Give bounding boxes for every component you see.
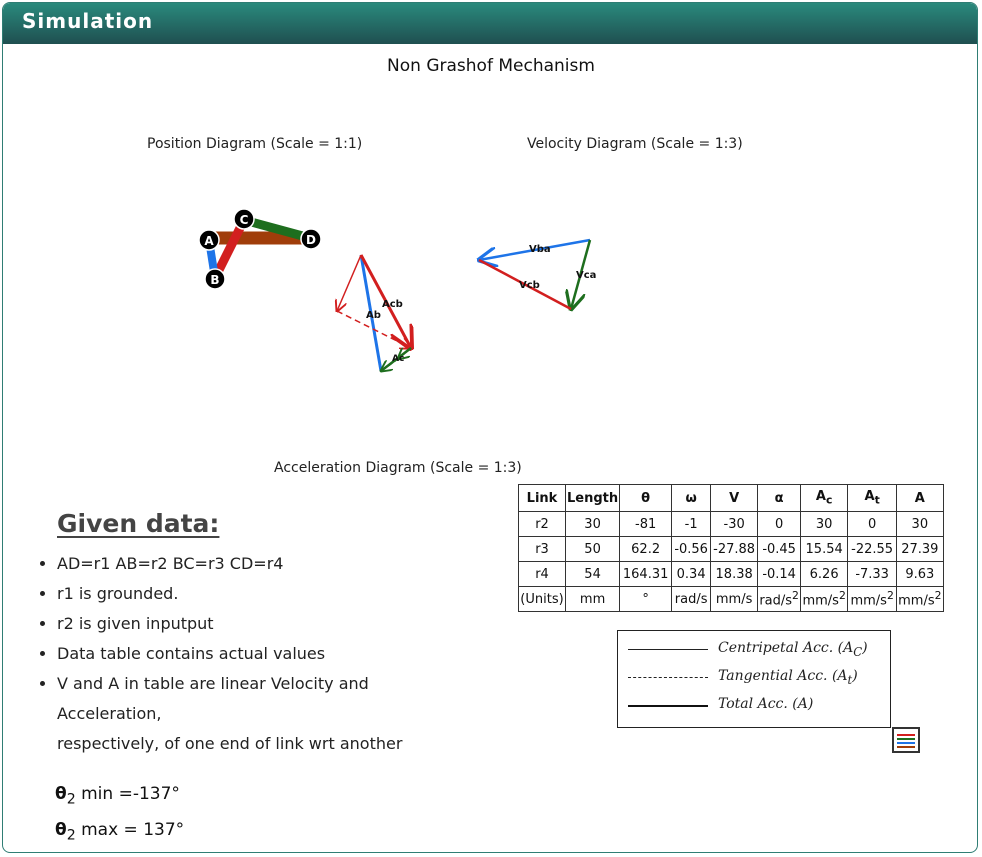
theta-symbol: θ <box>55 820 67 840</box>
legend-color-bar <box>897 746 915 748</box>
table-cell: mm <box>564 586 621 612</box>
table-cell: r2 <box>518 511 566 537</box>
table-cell: ° <box>619 586 673 612</box>
table-cell: 30 <box>564 511 621 537</box>
table-cell: 0 <box>757 511 802 537</box>
label-ab: Ab <box>366 310 381 321</box>
legend-color-bar <box>897 742 915 744</box>
table-cell: 62.2 <box>619 536 673 562</box>
table-cell: 9.63 <box>896 561 944 587</box>
table-cell: 27.39 <box>896 536 944 562</box>
table-units-row: (Units) mm ° rad/s mm/s rad/s2 mm/s2 mm/… <box>518 586 944 612</box>
col-header-alpha: α <box>757 484 802 512</box>
table-cell: 54 <box>564 561 621 587</box>
legend-color-bar <box>897 734 915 736</box>
given-item: AD=r1 AB=r2 BC=r3 CD=r4 <box>57 549 477 579</box>
col-header-link: Link <box>518 484 566 512</box>
joint-d: D <box>300 228 322 250</box>
table-cell: -0.56 <box>671 536 712 562</box>
col-header-omega: ω <box>671 484 712 512</box>
table-cell: -22.55 <box>847 536 898 562</box>
label-vba: Vba <box>529 244 551 255</box>
solid-line-icon <box>628 649 708 650</box>
joint-b: B <box>204 268 226 290</box>
legend-tangential-label: Tangential Acc. (At) <box>718 668 858 687</box>
table-cell: mm/s2 <box>896 586 944 612</box>
data-table: Link Length θ ω V α Ac At A r2 30 -81 -1… <box>518 484 944 612</box>
svg-text:B: B <box>210 273 219 287</box>
theta2-min: θ2 min =-137° <box>55 784 180 807</box>
table-cell: mm/s2 <box>847 586 898 612</box>
legend-total-label: Total Acc. (A) <box>718 696 814 712</box>
legend-centripetal-label: Centripetal Acc. (AC) <box>718 640 868 659</box>
acc-vector-acb-centripetal <box>337 254 362 311</box>
col-header-v: V <box>710 484 759 512</box>
joint-a: A <box>198 229 220 251</box>
col-header-at: At <box>847 484 898 512</box>
velocity-diagram: Vba Vca Vcb <box>479 238 596 309</box>
given-item: r2 is given inputput <box>57 609 477 639</box>
label-vca: Vca <box>576 270 596 281</box>
svg-text:A: A <box>204 234 214 248</box>
table-cell: 30 <box>896 511 944 537</box>
simulation-panel: Simulation Non Grashof Mechanism Positio… <box>2 2 978 853</box>
theta-subscript: 2 <box>66 791 76 808</box>
table-cell: (Units) <box>518 586 566 612</box>
theta2-max-value: max = 137° <box>81 820 185 840</box>
table-cell: 6.26 <box>800 561 849 587</box>
given-item: r1 is grounded. <box>57 579 477 609</box>
table-cell: -30 <box>710 511 759 537</box>
table-cell: r4 <box>518 561 566 587</box>
thick-line-icon <box>628 705 708 707</box>
table-cell: -27.88 <box>710 536 759 562</box>
table-cell: rad/s2 <box>757 586 802 612</box>
table-cell: 50 <box>564 536 621 562</box>
given-data-list: AD=r1 AB=r2 BC=r3 CD=r4 r1 is grounded. … <box>39 549 477 759</box>
given-item-continued: respectively, of one end of link wrt ano… <box>57 734 403 753</box>
table-cell: 15.54 <box>800 536 849 562</box>
col-header-length: Length <box>564 484 621 512</box>
theta-subscript: 2 <box>66 827 76 844</box>
table-cell: 0.34 <box>671 561 712 587</box>
given-item: V and A in table are linear Velocity and… <box>57 669 477 729</box>
table-cell: -0.14 <box>757 561 802 587</box>
legend-color-bar <box>897 738 915 740</box>
joint-c: C <box>233 208 255 230</box>
table-cell: -81 <box>619 511 673 537</box>
table-cell: -0.45 <box>757 536 802 562</box>
theta-symbol: θ <box>55 784 67 804</box>
table-cell: -7.33 <box>847 561 898 587</box>
table-cell: -1 <box>671 511 712 537</box>
table-cell: mm/s2 <box>800 586 849 612</box>
mechanism-diagrams: A B C D Vba Vca Vcb Ab Acb Ac <box>198 208 596 483</box>
theta2-max: θ2 max = 137° <box>55 820 184 843</box>
table-cell: mm/s <box>710 586 759 612</box>
table-cell: r3 <box>518 536 566 562</box>
theta2-min-value: min =-137° <box>81 784 180 804</box>
given-item: Data table contains actual values <box>57 639 477 669</box>
dashed-line-icon <box>628 677 708 678</box>
col-header-theta: θ <box>619 484 673 512</box>
table-cell: rad/s <box>671 586 712 612</box>
table-row: r4 54 164.31 0.34 18.38 -0.14 6.26 -7.33… <box>518 561 944 587</box>
label-ac: Ac <box>392 354 404 364</box>
label-acb: Acb <box>382 299 403 310</box>
col-header-a: A <box>896 484 944 512</box>
table-cell: 164.31 <box>619 561 673 587</box>
table-cell: 18.38 <box>710 561 759 587</box>
acceleration-diagram: Ab Acb Ac <box>337 254 411 371</box>
table-cell: 30 <box>800 511 849 537</box>
table-row: r3 50 62.2 -0.56 -27.88 -0.45 15.54 -22.… <box>518 536 944 562</box>
svg-text:D: D <box>306 233 316 247</box>
given-data-title: Given data: <box>57 509 220 538</box>
table-header-row: Link Length θ ω V α Ac At A <box>518 484 944 512</box>
svg-text:C: C <box>240 213 249 227</box>
position-diagram: A B C D <box>198 208 322 290</box>
table-cell: 0 <box>847 511 898 537</box>
acceleration-legend: Centripetal Acc. (AC) Tangential Acc. (A… <box>617 630 891 728</box>
legend-toggle-button[interactable] <box>892 727 920 753</box>
label-vcb: Vcb <box>519 280 540 291</box>
table-row: r2 30 -81 -1 -30 0 30 0 30 <box>518 511 944 537</box>
col-header-ac: Ac <box>800 484 849 512</box>
